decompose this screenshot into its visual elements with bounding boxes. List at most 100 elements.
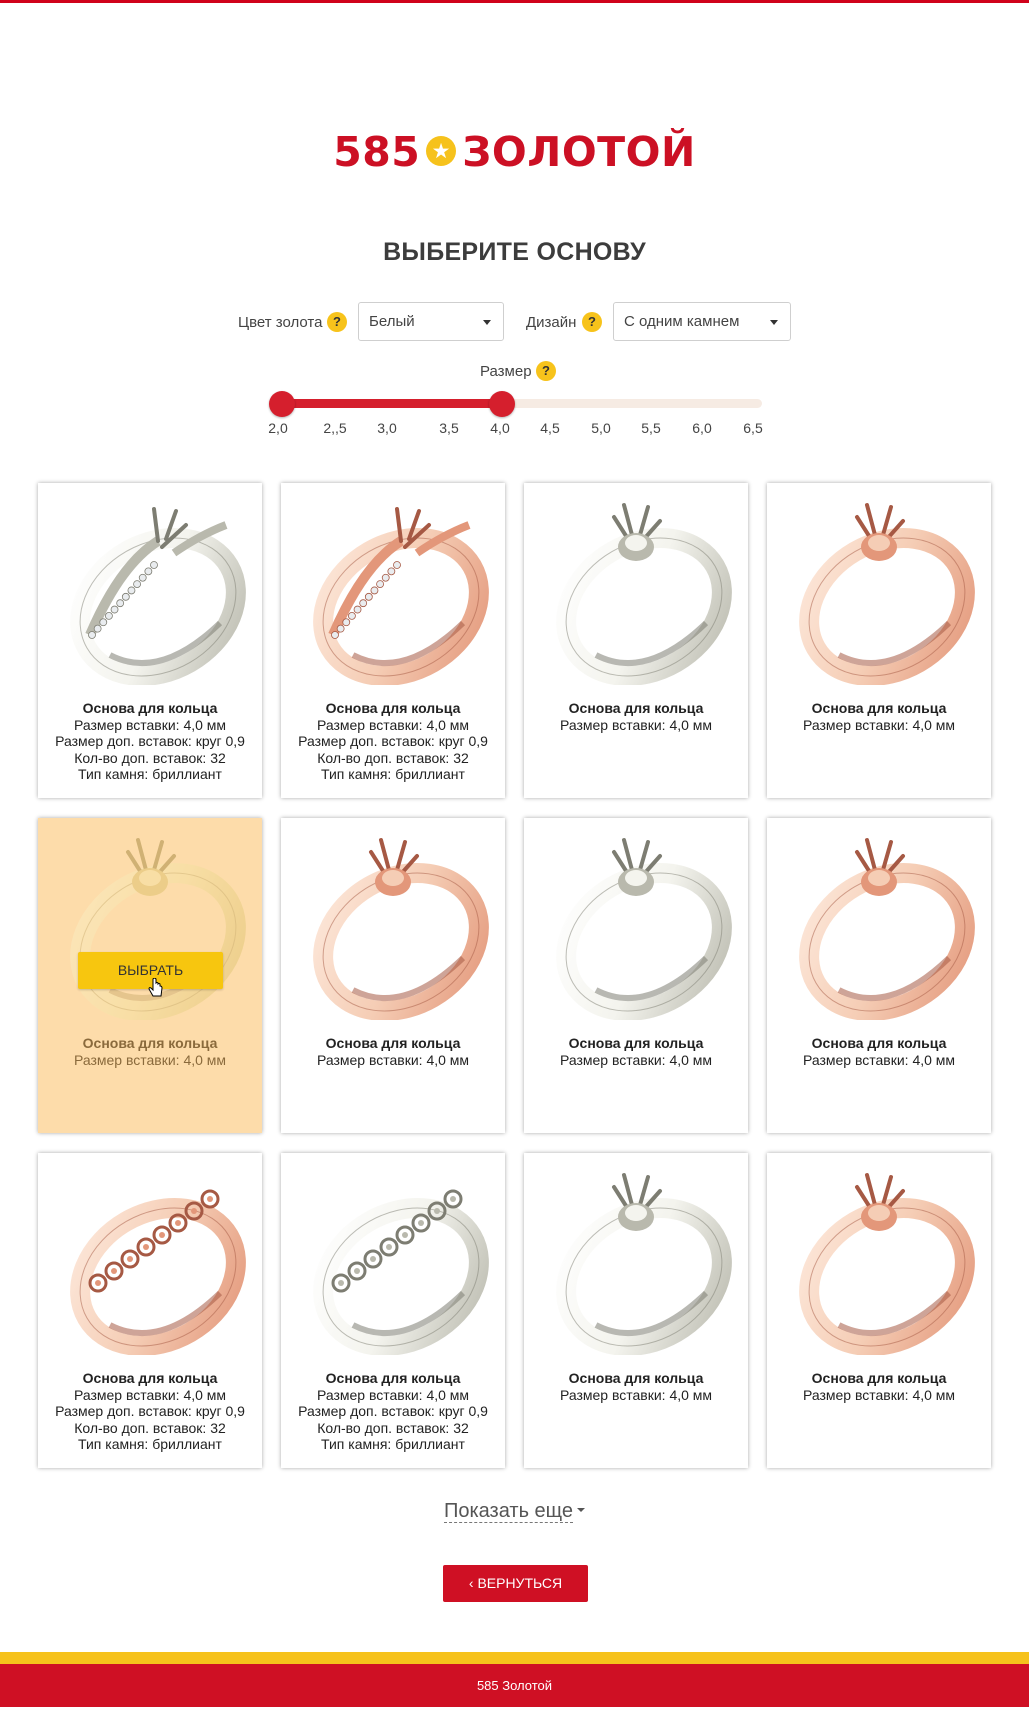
brand-number: 585 <box>333 128 421 176</box>
caret-down-icon <box>577 1508 586 1513</box>
product-spec-line: Размер вставки: 4,0 мм <box>559 1051 713 1068</box>
product-spec-line: Размер вставки: 4,0 мм <box>802 716 956 733</box>
size-tick-label[interactable]: 2,0 <box>268 420 287 436</box>
product-spec-line: Тип камня: бриллиант <box>78 766 222 782</box>
ring-image <box>536 830 736 1021</box>
ring-image <box>50 1165 250 1356</box>
ring-image <box>536 1165 736 1356</box>
size-range-slider[interactable] <box>269 391 762 417</box>
product-spec-line: Размер вставки: 4,0 мм <box>802 1386 956 1403</box>
filters-bar: Цвет золота ? Белый Дизайн ? С одним кам… <box>0 302 1029 342</box>
product-card[interactable]: Основа для кольца Размер вставки: 4,0 мм <box>767 1153 991 1468</box>
product-details: Основа для кольца Размер вставки: 4,0 мм Р… <box>38 1370 262 1453</box>
product-card[interactable]: Основа для кольца Размер вставки: 4,0 мм Р… <box>281 1153 505 1468</box>
product-name: Основа для кольца <box>325 1035 461 1051</box>
ring-image <box>293 495 493 686</box>
product-name: Основа для кольца <box>568 1370 704 1386</box>
size-tick-label[interactable]: 5,5 <box>641 420 660 436</box>
product-name: Основа для кольца <box>811 700 947 716</box>
back-button[interactable]: ‹ ВЕРНУТЬСЯ <box>443 1565 588 1602</box>
hand-cursor-icon <box>148 977 164 1000</box>
product-name: Основа для кольца <box>82 1370 218 1386</box>
page: 585 ЗОЛОТОЙ ВЫБЕРИТЕ ОСНОВУ Цвет золота ?… <box>0 0 1029 1716</box>
size-help-icon[interactable]: ? <box>536 361 556 381</box>
ring-image <box>293 1165 493 1356</box>
product-card[interactable]: Основа для кольца Размер вставки: 4,0 мм Р… <box>38 483 262 798</box>
product-name: Основа для кольца <box>82 1035 218 1051</box>
ring-image <box>779 1165 979 1356</box>
product-card[interactable]: Основа для кольца Размер вставки: 4,0 мм Р… <box>281 483 505 798</box>
product-spec-line: Кол-во доп. вставок: 32 <box>74 749 226 766</box>
gold-color-select[interactable]: Белый <box>358 302 504 341</box>
design-select[interactable]: С одним камнем <box>613 302 791 341</box>
gold-color-help-icon[interactable]: ? <box>327 312 347 332</box>
product-card[interactable]: Основа для кольца Размер вставки: 4,0 мм <box>767 483 991 798</box>
product-spec-line: Тип камня: бриллиант <box>321 1436 465 1452</box>
product-spec-line: Кол-во доп. вставок: 32 <box>74 1419 226 1436</box>
product-spec-line: Размер вставки: 4,0 мм <box>73 1386 227 1403</box>
gold-color-label: Цвет золота <box>238 314 323 331</box>
design-label: Дизайн <box>526 314 577 331</box>
size-tick-label[interactable]: 6,0 <box>692 420 711 436</box>
product-spec-line: Размер доп. вставок: круг 0,9 <box>298 1403 488 1419</box>
product-name: Основа для кольца <box>568 1035 704 1051</box>
product-card[interactable]: Основа для кольца Размер вставки: 4,0 мм В… <box>38 818 262 1133</box>
brand-word: ЗОЛОТОЙ <box>462 128 696 176</box>
product-spec-line: Размер доп. вставок: круг 0,9 <box>298 733 488 749</box>
size-tick-label[interactable]: 4,0 <box>490 420 509 436</box>
product-details: Основа для кольца Размер вставки: 4,0 мм <box>524 700 748 733</box>
product-card[interactable]: Основа для кольца Размер вставки: 4,0 мм Р… <box>38 1153 262 1468</box>
product-spec-line: Кол-во доп. вставок: 32 <box>317 749 469 766</box>
product-spec-line: Тип камня: бриллиант <box>321 766 465 782</box>
ring-image <box>293 830 493 1021</box>
product-spec-line: Размер вставки: 4,0 мм <box>316 1051 470 1068</box>
product-details: Основа для кольца Размер вставки: 4,0 мм Р… <box>281 700 505 783</box>
ring-image <box>50 495 250 686</box>
size-tick-label[interactable]: 4,5 <box>540 420 559 436</box>
product-spec-line: Размер вставки: 4,0 мм <box>559 716 713 733</box>
product-spec-line: Размер вставки: 4,0 мм <box>559 1386 713 1403</box>
ring-image <box>779 495 979 686</box>
slider-max-handle[interactable] <box>489 391 515 417</box>
ring-image <box>536 495 736 686</box>
size-tick-label[interactable]: 6,5 <box>743 420 762 436</box>
size-ticks: 2,0 2,,5 3,0 3,5 4,0 4,5 5,0 5,5 6,0 6,5 <box>0 420 1029 440</box>
slider-fill <box>282 399 502 408</box>
size-tick-label[interactable]: 5,0 <box>591 420 610 436</box>
product-name: Основа для кольца <box>325 1370 461 1386</box>
product-card[interactable]: Основа для кольца Размер вставки: 4,0 мм <box>524 1153 748 1468</box>
product-details: Основа для кольца Размер вставки: 4,0 мм <box>281 1035 505 1068</box>
chevron-down-icon <box>770 320 778 325</box>
product-details: Основа для кольца Размер вставки: 4,0 мм <box>767 700 991 733</box>
product-card[interactable]: Основа для кольца Размер вставки: 4,0 мм <box>281 818 505 1133</box>
product-name: Основа для кольца <box>568 700 704 716</box>
design-help-icon[interactable]: ? <box>582 312 602 332</box>
design-value: С одним камнем <box>624 313 740 330</box>
product-spec-line: Тип камня: бриллиант <box>78 1436 222 1452</box>
product-details: Основа для кольца Размер вставки: 4,0 мм Р… <box>38 700 262 783</box>
product-details: Основа для кольца Размер вставки: 4,0 мм <box>524 1370 748 1403</box>
product-spec-line: Размер вставки: 4,0 мм <box>316 716 470 733</box>
product-spec-line: Размер вставки: 4,0 мм <box>802 1051 956 1068</box>
show-more-label: Показать еще <box>443 1500 574 1523</box>
size-tick-label[interactable]: 3,0 <box>377 420 396 436</box>
product-card[interactable]: Основа для кольца Размер вставки: 4,0 мм <box>524 483 748 798</box>
product-details: Основа для кольца Размер вставки: 4,0 мм <box>767 1370 991 1403</box>
footer: 585 Золотой <box>0 1664 1029 1707</box>
product-name: Основа для кольца <box>82 700 218 716</box>
brand-logo[interactable]: 585 ЗОЛОТОЙ <box>0 128 1029 176</box>
footer-stripe <box>0 1652 1029 1664</box>
product-card[interactable]: Основа для кольца Размер вставки: 4,0 мм <box>767 818 991 1133</box>
product-spec-line: Размер вставки: 4,0 мм <box>73 716 227 733</box>
product-spec-line: Размер вставки: 4,0 мм <box>73 1051 227 1068</box>
product-name: Основа для кольца <box>811 1035 947 1051</box>
product-details: Основа для кольца Размер вставки: 4,0 мм <box>524 1035 748 1068</box>
size-tick-label[interactable]: 2,,5 <box>323 420 346 436</box>
show-more-link[interactable]: Показать еще <box>0 1500 1029 1523</box>
size-label: Размер <box>480 363 532 380</box>
product-card[interactable]: Основа для кольца Размер вставки: 4,0 мм <box>524 818 748 1133</box>
product-spec-line: Размер вставки: 4,0 мм <box>316 1386 470 1403</box>
size-tick-label[interactable]: 3,5 <box>439 420 458 436</box>
product-spec-line: Размер доп. вставок: круг 0,9 <box>55 733 245 749</box>
slider-min-handle[interactable] <box>269 391 295 417</box>
